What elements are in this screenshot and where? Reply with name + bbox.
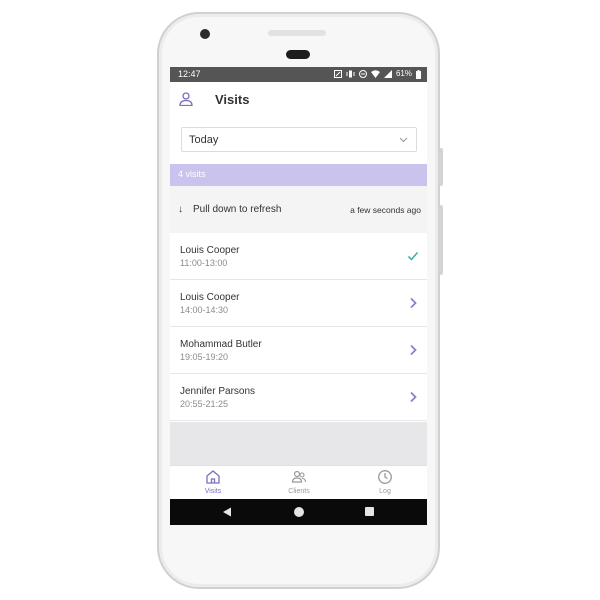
clock-icon xyxy=(378,470,392,484)
visit-time: 19:05-19:20 xyxy=(180,352,229,362)
battery-icon xyxy=(416,69,421,79)
nav-clients-label: Clients xyxy=(288,488,310,495)
signal-icon xyxy=(383,70,392,78)
nav-log[interactable]: Log xyxy=(355,469,415,497)
back-icon[interactable] xyxy=(222,507,232,517)
page-title: Visits xyxy=(215,92,250,107)
screen: 12:47 61% Visits Today 4 visits ↓ Pull d… xyxy=(170,67,427,525)
nav-visits[interactable]: Visits xyxy=(183,469,243,497)
visit-row[interactable]: Louis Cooper 11:00-13:00 xyxy=(170,233,427,280)
chevron-down-icon xyxy=(399,137,408,143)
person-icon[interactable] xyxy=(179,92,193,106)
status-icons: 61% xyxy=(333,69,421,79)
visit-count-banner: 4 visits xyxy=(170,164,427,186)
bottom-nav: Visits Clients Log xyxy=(170,465,427,500)
date-filter-select[interactable]: Today xyxy=(181,127,417,152)
chevron-right-icon xyxy=(410,391,417,403)
visit-row[interactable]: Louis Cooper 14:00-14:30 xyxy=(170,280,427,327)
nfc-icon xyxy=(333,70,342,78)
visit-row[interactable]: Mohammad Butler 19:05-19:20 xyxy=(170,327,427,374)
visit-time: 11:00-13:00 xyxy=(180,258,228,268)
visit-client-name: Louis Cooper xyxy=(180,245,240,256)
recent-apps-icon[interactable] xyxy=(365,507,374,516)
power-button xyxy=(439,148,443,186)
nav-clients[interactable]: Clients xyxy=(269,469,329,497)
checkmark-icon xyxy=(407,251,419,261)
nav-log-label: Log xyxy=(379,488,391,495)
people-icon xyxy=(291,470,307,483)
vibrate-icon xyxy=(346,70,355,78)
earpiece xyxy=(286,50,310,59)
app-bar: Visits xyxy=(170,82,427,118)
top-speaker xyxy=(268,30,326,36)
last-updated: a few seconds ago xyxy=(350,205,421,215)
visit-client-name: Louis Cooper xyxy=(180,292,240,303)
visit-client-name: Jennifer Parsons xyxy=(180,386,256,397)
visit-time: 20:55-21:25 xyxy=(180,399,229,409)
volume-button xyxy=(439,205,443,275)
visit-time: 14:00-14:30 xyxy=(180,305,229,315)
do-not-disturb-icon xyxy=(358,70,367,78)
list-empty-space xyxy=(170,422,427,465)
chevron-right-icon xyxy=(410,344,417,356)
visit-row[interactable]: Jennifer Parsons 20:55-21:25 xyxy=(170,374,427,421)
chevron-right-icon xyxy=(410,297,417,309)
refresh-label: Pull down to refresh xyxy=(193,204,282,215)
visit-count: 4 visits xyxy=(178,169,206,179)
nav-visits-label: Visits xyxy=(204,488,222,495)
front-camera xyxy=(200,29,210,39)
status-bar: 12:47 61% xyxy=(170,67,427,82)
wifi-icon xyxy=(370,70,380,78)
home-button-icon[interactable] xyxy=(294,507,304,517)
visit-list: Louis Cooper 11:00-13:00 Louis Cooper 14… xyxy=(170,233,427,421)
battery-percent: 61% xyxy=(395,69,412,78)
date-filter-value: Today xyxy=(189,134,219,146)
system-nav-bar xyxy=(170,499,427,525)
pull-to-refresh[interactable]: ↓ Pull down to refresh a few seconds ago xyxy=(170,186,427,234)
visit-client-name: Mohammad Butler xyxy=(180,339,262,350)
arrow-down-icon: ↓ xyxy=(178,204,183,215)
home-icon xyxy=(206,470,220,484)
status-time: 12:47 xyxy=(178,69,201,79)
